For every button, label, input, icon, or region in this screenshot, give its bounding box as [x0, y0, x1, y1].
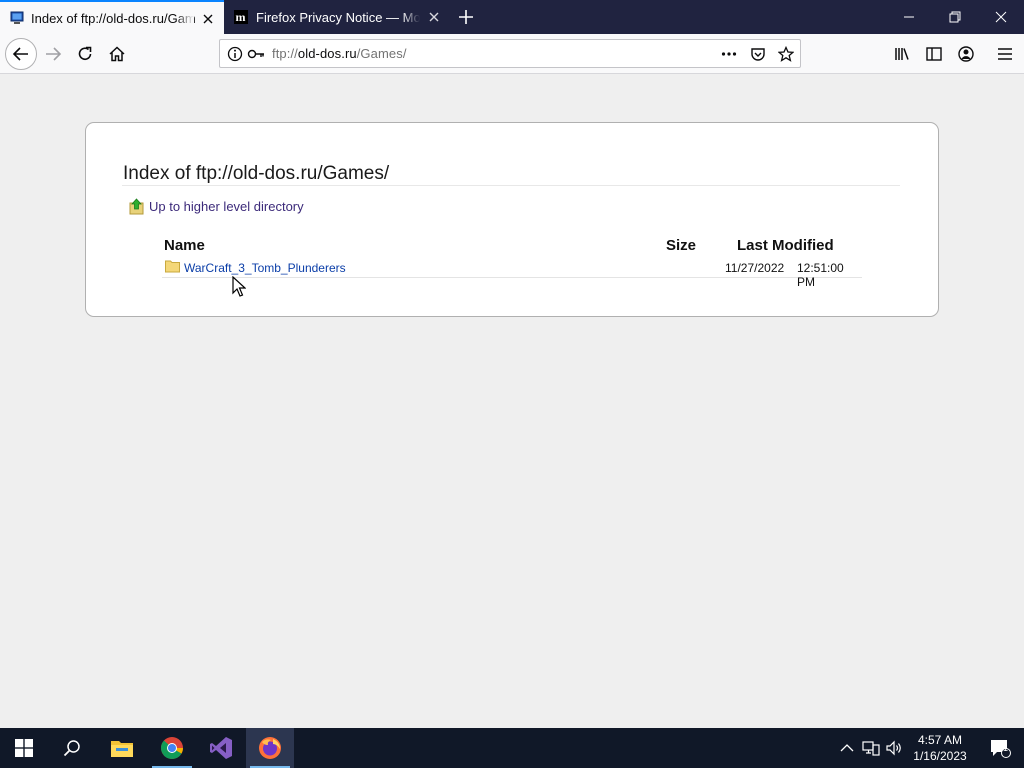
sidebar-icon: [926, 47, 942, 61]
home-button[interactable]: [103, 40, 131, 68]
info-icon[interactable]: [227, 46, 243, 62]
firefox-taskbar-button[interactable]: [246, 728, 294, 768]
library-icon: [895, 48, 909, 60]
restore-button[interactable]: [932, 0, 978, 34]
up-directory-link[interactable]: Up to higher level directory: [129, 198, 304, 215]
title-divider: [122, 185, 900, 186]
restore-icon: [949, 11, 961, 23]
network-icon[interactable]: [862, 739, 880, 757]
home-icon: [109, 46, 125, 62]
column-header-size[interactable]: Size: [666, 237, 696, 254]
library-button[interactable]: [888, 40, 916, 68]
mouse-cursor-icon: [232, 276, 246, 297]
visual-studio-icon: [210, 737, 232, 759]
tab-ftp-index[interactable]: Index of ftp://old-dos.ru/Games/: [0, 0, 224, 34]
system-clock[interactable]: 4:57 AM 1/16/2023: [905, 732, 975, 764]
back-arrow-icon: [12, 47, 28, 61]
column-header-last-modified[interactable]: Last Modified: [737, 237, 834, 254]
column-header-name[interactable]: Name: [164, 237, 205, 254]
reload-icon: [78, 46, 92, 60]
volume-icon[interactable]: [885, 739, 903, 757]
tab-firefox-privacy[interactable]: m Firefox Privacy Notice — Mozilla: [224, 0, 450, 34]
hamburger-menu-icon: [998, 48, 1012, 60]
navigation-toolbar: ftp://old-dos.ru/Games/: [0, 34, 1024, 74]
chrome-icon: [161, 737, 183, 759]
computer-icon: [10, 11, 24, 24]
modified-date: 11/27/2022: [725, 261, 785, 275]
directory-listing: Index of ftp://old-dos.ru/Games/ Up to h…: [85, 122, 939, 317]
close-tab-icon[interactable]: [200, 11, 216, 27]
mozilla-icon: m: [234, 10, 248, 24]
clock-time: 4:57 AM: [917, 733, 963, 747]
modified-time: 12:51:00 PM: [797, 261, 844, 289]
account-button[interactable]: [952, 40, 980, 68]
close-icon: [995, 11, 1007, 23]
pocket-icon[interactable]: [750, 46, 766, 62]
svg-text:m: m: [236, 10, 246, 24]
page-title: Index of ftp://old-dos.ru/Games/: [123, 163, 390, 184]
url-text[interactable]: ftp://old-dos.ru/Games/: [272, 46, 407, 61]
folder-link[interactable]: WarCraft_3_Tomb_Plunderers: [184, 261, 346, 275]
search-icon: [63, 740, 80, 757]
forward-arrow-icon: [46, 47, 62, 61]
minimize-icon: [904, 16, 914, 18]
bookmark-star-icon[interactable]: [778, 46, 794, 62]
folder-icon: [165, 260, 180, 273]
chrome-taskbar-button[interactable]: [148, 728, 196, 768]
menu-button[interactable]: [991, 40, 1019, 68]
windows-logo-icon: [15, 739, 33, 757]
sidebar-button[interactable]: [920, 40, 948, 68]
address-bar[interactable]: ftp://old-dos.ru/Games/: [219, 39, 801, 68]
up-directory-label: Up to higher level directory: [149, 199, 304, 214]
action-center-button[interactable]: 1: [976, 728, 1024, 768]
start-button[interactable]: [0, 728, 48, 768]
minimize-button[interactable]: [886, 0, 932, 34]
tab-strip: Index of ftp://old-dos.ru/Games/ m Firef…: [0, 0, 1024, 34]
table-row: WarCraft_3_Tomb_Plunderers 11/27/2022 12…: [162, 256, 862, 289]
file-explorer-taskbar-button[interactable]: [98, 728, 146, 768]
tab-label: Index of ftp://old-dos.ru/Games/: [31, 11, 195, 26]
key-icon[interactable]: [247, 46, 265, 62]
up-folder-icon: [129, 198, 144, 215]
windows-taskbar: 4:57 AM 1/16/2023 1: [0, 728, 1024, 768]
file-explorer-icon: [111, 741, 133, 757]
reload-button[interactable]: [71, 40, 99, 68]
new-tab-plus-icon[interactable]: [456, 7, 476, 27]
clock-date: 1/16/2023: [913, 749, 967, 763]
visual-studio-taskbar-button[interactable]: [197, 728, 245, 768]
show-hidden-icons-chevron-icon[interactable]: [838, 739, 856, 757]
close-window-button[interactable]: [978, 0, 1024, 34]
search-button[interactable]: [48, 728, 96, 768]
more-actions-icon[interactable]: [721, 46, 737, 62]
close-tab-icon[interactable]: [426, 9, 442, 25]
tab-label: Firefox Privacy Notice — Mozilla: [256, 10, 420, 25]
back-button[interactable]: [5, 38, 37, 70]
firefox-icon: [259, 737, 281, 759]
account-icon: [958, 46, 974, 62]
notification-count: 1: [1003, 743, 1009, 753]
forward-button[interactable]: [39, 40, 67, 68]
